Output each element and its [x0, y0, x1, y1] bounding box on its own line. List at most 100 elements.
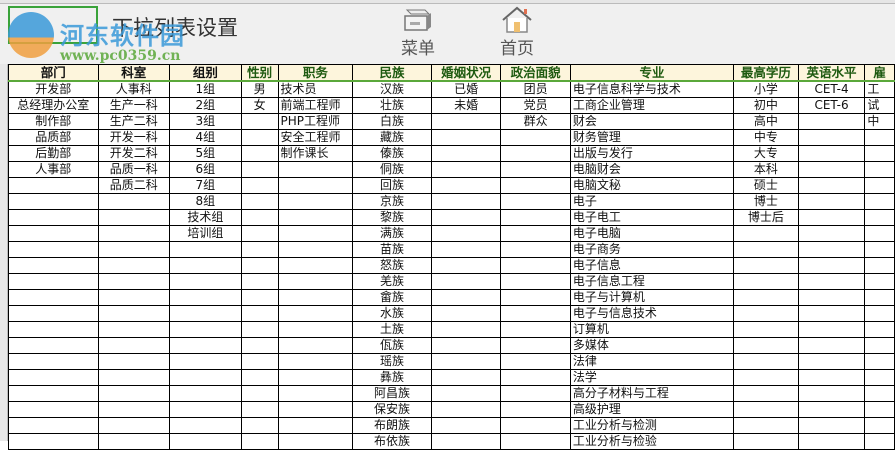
cell[interactable] — [97, 321, 170, 338]
cell[interactable]: 水族 — [352, 305, 432, 322]
cell[interactable] — [97, 225, 170, 242]
cell[interactable] — [240, 225, 279, 242]
cell[interactable] — [277, 289, 354, 306]
cell[interactable] — [168, 257, 242, 274]
cell[interactable]: 高中 — [733, 113, 799, 130]
cell[interactable]: 5组 — [168, 145, 242, 162]
cell[interactable] — [277, 337, 354, 354]
cell[interactable] — [430, 289, 502, 306]
cell[interactable] — [240, 337, 279, 354]
cell[interactable]: 8组 — [168, 193, 242, 210]
cell[interactable] — [8, 401, 99, 418]
cell[interactable] — [168, 417, 242, 434]
cell[interactable] — [8, 337, 99, 354]
cell[interactable]: 财会 — [569, 113, 735, 130]
cell[interactable]: 电子电工 — [569, 209, 735, 226]
cell[interactable]: 制作部 — [8, 113, 99, 130]
cell[interactable] — [430, 225, 502, 242]
cell[interactable]: 后勤部 — [8, 145, 99, 162]
cell[interactable] — [97, 289, 170, 306]
cell[interactable]: 工 — [864, 80, 895, 98]
cell[interactable] — [277, 353, 354, 370]
cell[interactable] — [168, 401, 242, 418]
cell[interactable] — [97, 241, 170, 258]
cell[interactable] — [97, 417, 170, 434]
cell[interactable] — [277, 273, 354, 290]
cell[interactable]: 中专 — [733, 129, 799, 146]
cell[interactable]: 群众 — [500, 113, 571, 130]
cell[interactable] — [8, 417, 99, 434]
cell[interactable]: 本科 — [733, 161, 799, 178]
column-header[interactable]: 性别 — [240, 64, 279, 82]
cell[interactable] — [240, 273, 279, 290]
cell[interactable]: 6组 — [168, 161, 242, 178]
cell[interactable] — [864, 305, 895, 322]
cell[interactable]: PHP工程师 — [277, 113, 354, 130]
cell[interactable] — [797, 433, 866, 450]
cell[interactable] — [168, 273, 242, 290]
cell[interactable] — [864, 257, 895, 274]
column-header[interactable]: 组别 — [168, 64, 242, 82]
cell[interactable] — [733, 257, 799, 274]
cell[interactable] — [240, 193, 279, 210]
cell[interactable] — [733, 401, 799, 418]
cell[interactable] — [277, 257, 354, 274]
cell[interactable] — [277, 193, 354, 210]
cell[interactable] — [277, 417, 354, 434]
cell[interactable] — [168, 241, 242, 258]
cell[interactable]: 前端工程师 — [277, 97, 354, 114]
cell[interactable]: 电子信息 — [569, 257, 735, 274]
cell[interactable]: 布依族 — [352, 433, 432, 450]
cell[interactable] — [733, 433, 799, 450]
cell[interactable]: 开发二科 — [97, 145, 170, 162]
cell[interactable] — [430, 433, 502, 450]
cell[interactable] — [8, 305, 99, 322]
cell[interactable] — [277, 433, 354, 450]
cell[interactable]: 瑶族 — [352, 353, 432, 370]
cell[interactable] — [864, 337, 895, 354]
column-header[interactable]: 职务 — [277, 64, 354, 82]
menu-button[interactable]: 菜单 — [388, 6, 448, 59]
cell[interactable] — [168, 433, 242, 450]
cell[interactable]: 出版与发行 — [569, 145, 735, 162]
cell[interactable] — [240, 433, 279, 450]
cell[interactable] — [864, 145, 895, 162]
cell[interactable]: 品质部 — [8, 129, 99, 146]
cell[interactable] — [500, 129, 571, 146]
cell[interactable] — [430, 241, 502, 258]
cell[interactable] — [8, 433, 99, 450]
column-header[interactable]: 政治面貌 — [500, 64, 571, 82]
cell[interactable] — [240, 177, 279, 194]
cell[interactable]: 大专 — [733, 145, 799, 162]
cell[interactable] — [97, 209, 170, 226]
cell[interactable] — [168, 353, 242, 370]
cell[interactable]: 畲族 — [352, 289, 432, 306]
cell[interactable]: 试 — [864, 97, 895, 114]
cell[interactable] — [240, 209, 279, 226]
cell[interactable]: CET-4 — [797, 80, 866, 98]
cell[interactable] — [97, 193, 170, 210]
cell[interactable] — [797, 177, 866, 194]
cell[interactable] — [733, 241, 799, 258]
cell[interactable]: 培训组 — [168, 225, 242, 242]
cell[interactable]: 中 — [864, 113, 895, 130]
cell[interactable] — [500, 161, 571, 178]
cell[interactable] — [240, 417, 279, 434]
cell[interactable]: 人事部 — [8, 161, 99, 178]
column-header[interactable]: 科室 — [97, 64, 170, 82]
cell[interactable] — [500, 225, 571, 242]
cell[interactable] — [240, 353, 279, 370]
cell[interactable]: 初中 — [733, 97, 799, 114]
cell[interactable]: 开发一科 — [97, 129, 170, 146]
cell[interactable] — [430, 113, 502, 130]
cell[interactable] — [500, 337, 571, 354]
cell[interactable] — [864, 273, 895, 290]
cell[interactable]: 多媒体 — [569, 337, 735, 354]
cell[interactable] — [240, 305, 279, 322]
cell[interactable] — [500, 305, 571, 322]
cell[interactable] — [97, 385, 170, 402]
cell[interactable]: 博士后 — [733, 209, 799, 226]
cell[interactable]: CET-6 — [797, 97, 866, 114]
cell[interactable]: 汉族 — [352, 80, 432, 98]
cell[interactable]: 电脑文秘 — [569, 177, 735, 194]
